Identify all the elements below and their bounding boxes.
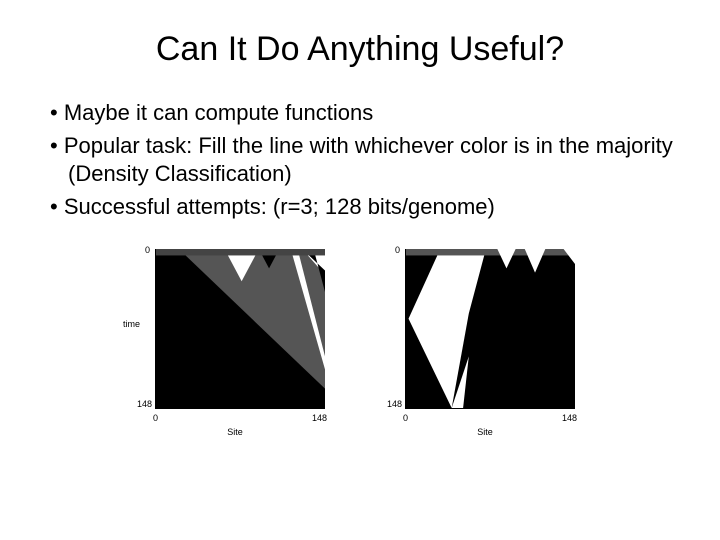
xtick-right: 148 xyxy=(562,413,577,423)
ytick-bottom: 148 xyxy=(387,399,402,409)
bullet-item: Popular task: Fill the line with whichev… xyxy=(50,132,680,189)
ca-diagram-icon xyxy=(156,249,325,408)
bullet-item: Maybe it can compute functions xyxy=(50,99,680,128)
xtick-left: 0 xyxy=(403,413,408,423)
ca-diagram-icon xyxy=(406,249,575,408)
bullet-list: Maybe it can compute functions Popular t… xyxy=(40,99,680,221)
ytick-bottom: 148 xyxy=(137,399,152,409)
y-axis-label: time xyxy=(123,319,140,329)
x-axis-label: Site xyxy=(125,427,345,437)
x-axis-label: Site xyxy=(375,427,595,437)
spacetime-plot-left: 0 148 time 0 148 Site xyxy=(125,241,345,441)
figure-row: 0 148 time 0 148 Site 0 xyxy=(40,241,680,441)
xtick-left: 0 xyxy=(153,413,158,423)
slide-title: Can It Do Anything Useful? xyxy=(40,30,680,69)
ytick-top: 0 xyxy=(395,245,400,255)
xtick-right: 148 xyxy=(312,413,327,423)
plot-area xyxy=(155,249,325,409)
bullet-item: Successful attempts: (r=3; 128 bits/geno… xyxy=(50,193,680,222)
plot-area xyxy=(405,249,575,409)
ytick-top: 0 xyxy=(145,245,150,255)
spacetime-plot-right: 0 148 0 148 xyxy=(375,241,595,441)
